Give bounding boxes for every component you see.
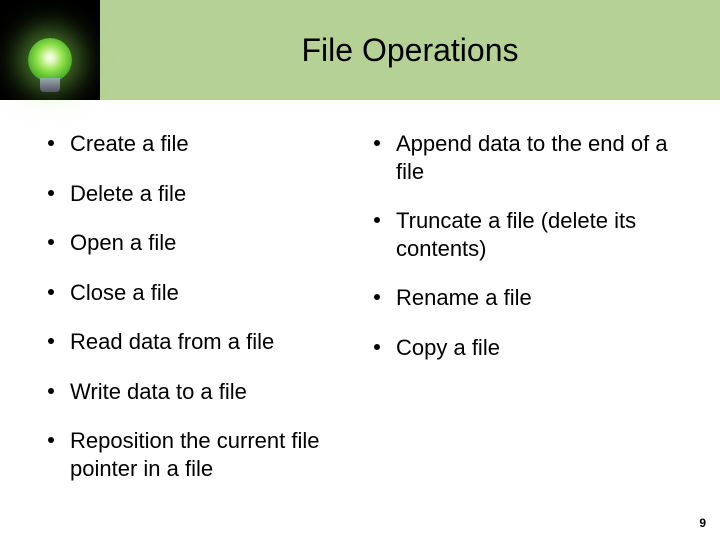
list-item: Reposition the current file pointer in a…: [48, 427, 346, 482]
list-item: Write data to a file: [48, 378, 346, 406]
bullet-icon: [48, 388, 54, 394]
list-item: Close a file: [48, 279, 346, 307]
list-item: Delete a file: [48, 180, 346, 208]
slide-header: File Operations: [0, 0, 720, 100]
list-item-text: Open a file: [70, 229, 346, 257]
columns: Create a file Delete a file Open a file …: [48, 130, 672, 504]
list-item-text: Close a file: [70, 279, 346, 307]
list-item: Open a file: [48, 229, 346, 257]
slide-body: Create a file Delete a file Open a file …: [0, 130, 720, 510]
bullet-icon: [48, 289, 54, 295]
page-number: 9: [699, 516, 706, 530]
list-item-text: Read data from a file: [70, 328, 346, 356]
bullet-icon: [374, 294, 380, 300]
list-item: Append data to the end of a file: [374, 130, 672, 185]
bullet-icon: [48, 190, 54, 196]
list-item: Read data from a file: [48, 328, 346, 356]
list-item-text: Create a file: [70, 130, 346, 158]
list-item-text: Reposition the current file pointer in a…: [70, 427, 346, 482]
slide-title: File Operations: [100, 0, 720, 100]
list-item-text: Truncate a file (delete its contents): [396, 207, 672, 262]
bullet-icon: [374, 217, 380, 223]
list-item: Create a file: [48, 130, 346, 158]
list-item-text: Append data to the end of a file: [396, 130, 672, 185]
bullet-icon: [48, 239, 54, 245]
bullet-icon: [374, 344, 380, 350]
left-column: Create a file Delete a file Open a file …: [48, 130, 346, 504]
list-item-text: Copy a file: [396, 334, 672, 362]
list-item: Rename a file: [374, 284, 672, 312]
bullet-icon: [48, 437, 54, 443]
list-item-text: Delete a file: [70, 180, 346, 208]
lightbulb-icon: [0, 0, 100, 100]
right-column: Append data to the end of a file Truncat…: [374, 130, 672, 504]
bullet-icon: [374, 140, 380, 146]
bullet-icon: [48, 140, 54, 146]
list-item-text: Rename a file: [396, 284, 672, 312]
bullet-icon: [48, 338, 54, 344]
slide: File Operations Create a file Delete a f…: [0, 0, 720, 540]
list-item-text: Write data to a file: [70, 378, 346, 406]
list-item: Truncate a file (delete its contents): [374, 207, 672, 262]
list-item: Copy a file: [374, 334, 672, 362]
